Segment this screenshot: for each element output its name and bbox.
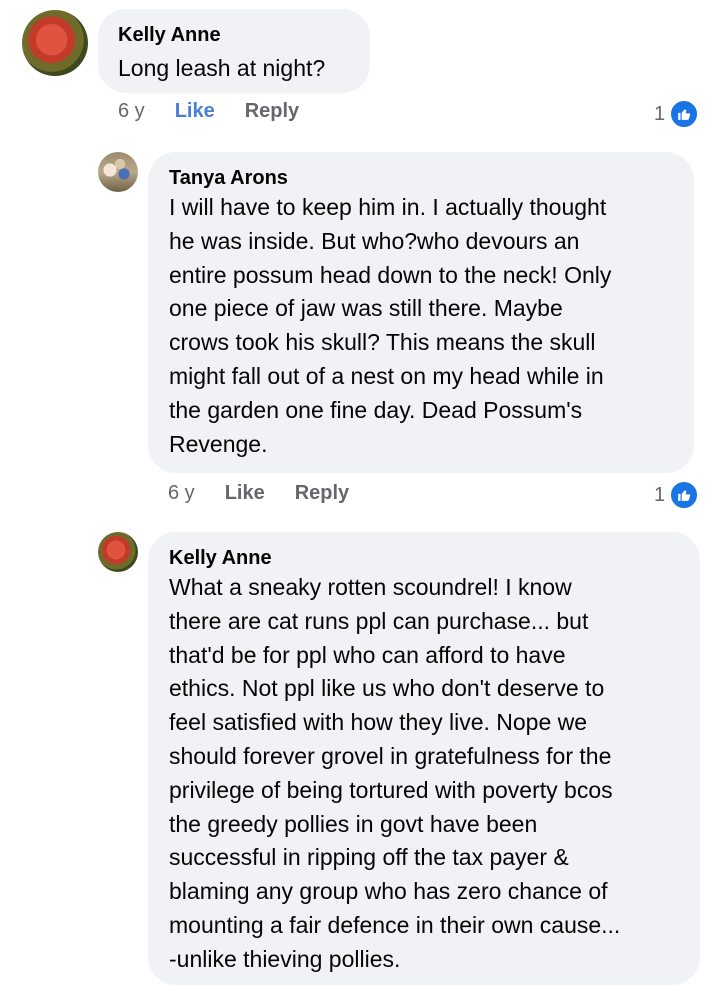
like-button[interactable]: Like — [175, 100, 215, 123]
comment-bubble: Kelly Anne What a sneaky rotten scoundre… — [148, 532, 700, 985]
avatar[interactable] — [22, 10, 88, 76]
comment-actions: 6 y Like Reply — [118, 100, 329, 123]
reaction-count: 1 — [654, 483, 666, 506]
comment-bubble: Kelly Anne Long leash at night? — [98, 9, 370, 93]
comment-author[interactable]: Tanya Arons — [169, 165, 673, 191]
comment-author[interactable]: Kelly Anne — [169, 545, 679, 571]
avatar[interactable] — [98, 152, 138, 192]
comment-bubble: Tanya Arons I will have to keep him in. … — [148, 152, 694, 473]
reply-button[interactable]: Reply — [295, 482, 349, 505]
reaction-count: 1 — [654, 102, 666, 125]
comment-time[interactable]: 6 y — [168, 482, 195, 505]
comment-actions: 6 y Like Reply — [168, 482, 379, 505]
comment-time[interactable]: 6 y — [118, 100, 145, 123]
comment-text: I will have to keep him in. I actually t… — [169, 194, 612, 457]
like-button[interactable]: Like — [225, 482, 265, 505]
reaction-summary[interactable]: 1 — [654, 99, 700, 129]
comment-text: Long leash at night? — [118, 55, 326, 81]
avatar[interactable] — [98, 532, 138, 572]
reply-button[interactable]: Reply — [245, 100, 299, 123]
comment-text: What a sneaky rotten scoundrel! I know t… — [169, 574, 621, 972]
thumbs-up-icon — [669, 99, 700, 129]
thumbs-up-icon — [669, 480, 700, 510]
comment-author[interactable]: Kelly Anne — [118, 22, 350, 48]
reaction-summary[interactable]: 1 — [654, 480, 700, 510]
